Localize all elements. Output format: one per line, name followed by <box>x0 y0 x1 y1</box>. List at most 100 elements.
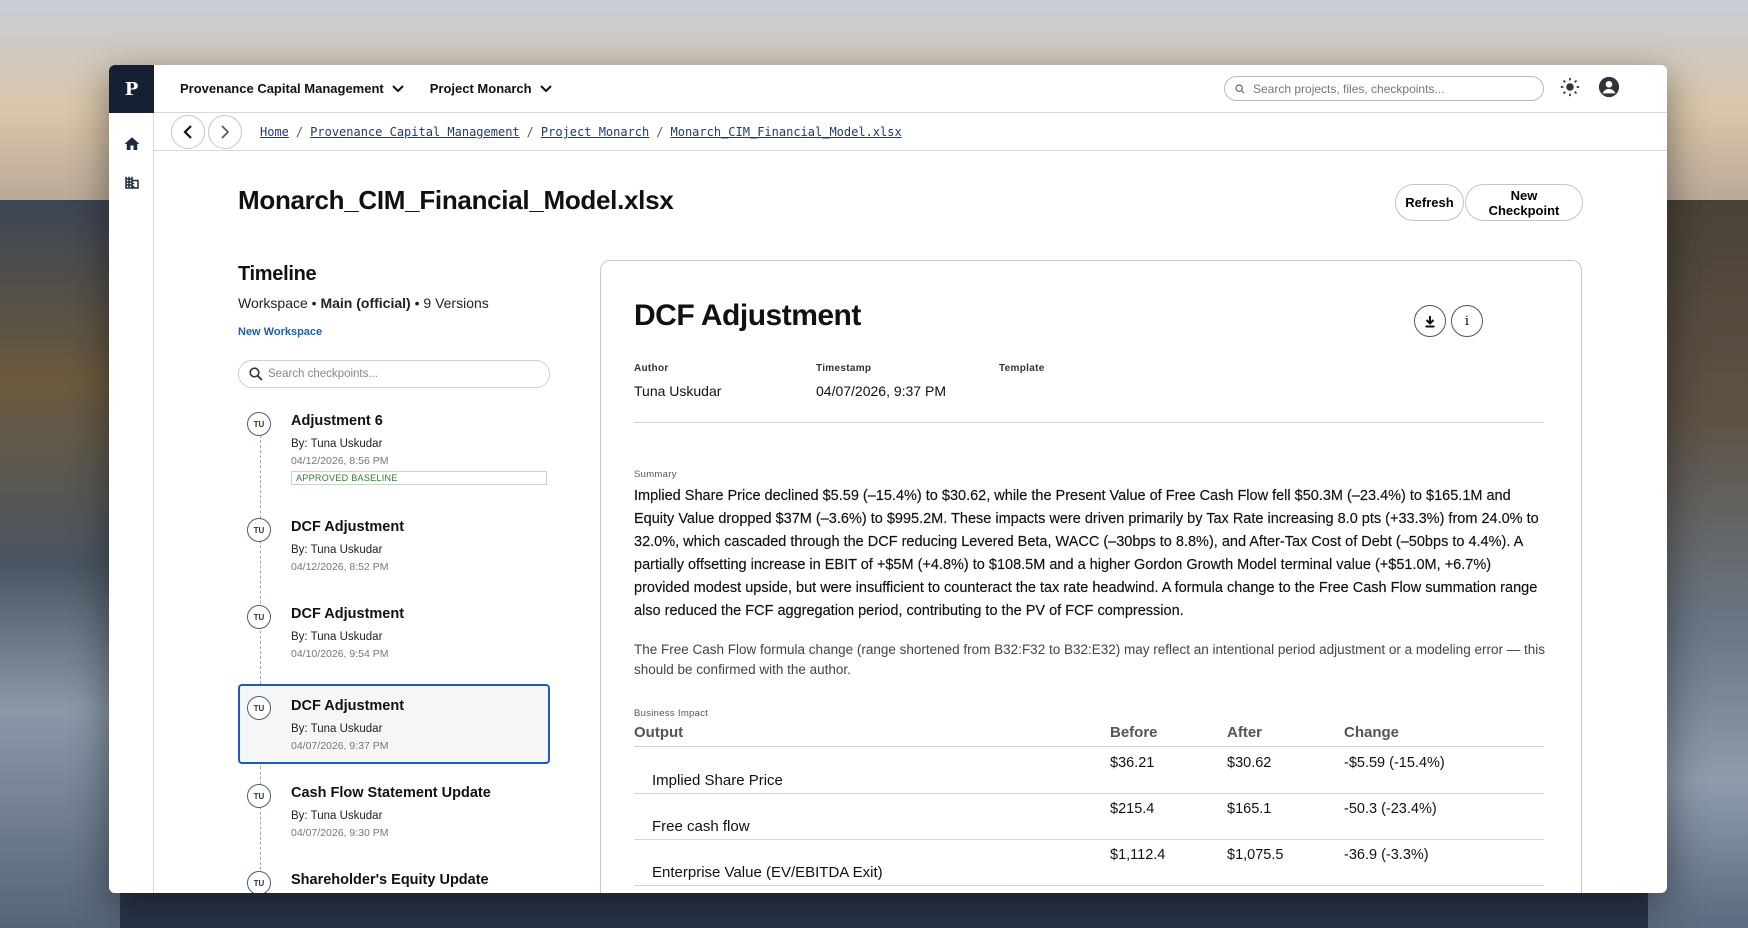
refresh-button[interactable]: Refresh <box>1395 184 1464 221</box>
checkpoint-title: DCF Adjustment <box>291 606 405 622</box>
summary-text: Implied Share Price declined $5.59 (–15.… <box>634 488 1539 619</box>
template-label: Template <box>999 363 1045 374</box>
summary-note: The Free Cash Flow formula change (range… <box>634 642 1545 677</box>
version-count: 9 Versions <box>423 295 489 311</box>
checkpoint-date: 04/12/2026, 8:56 PM <box>291 455 389 467</box>
checkpoint-author: By: Tuna Uskudar <box>291 438 383 450</box>
summary-label: Summary <box>634 469 677 480</box>
change-cell: -36.9 (-3.3%) <box>1344 847 1429 863</box>
column-header-change: Change <box>1344 724 1400 741</box>
column-header-output: Output <box>634 724 684 741</box>
checkpoint-title: DCF Adjustment <box>291 698 405 714</box>
workspace-label: Workspace <box>238 295 308 311</box>
top-bar: Provenance Capital Management Project Mo… <box>154 65 1667 113</box>
timeline-heading: Timeline <box>238 263 317 285</box>
avatar: TU <box>247 871 271 893</box>
output-cell: Implied Share Price <box>652 772 783 789</box>
building-icon[interactable] <box>109 163 154 201</box>
timeline-meta: Workspace • Main (official) • 9 Versions <box>238 295 489 311</box>
global-search-input[interactable]: Search projects, files, checkpoints... <box>1224 76 1544 101</box>
author-value: Tuna Uskudar <box>634 383 722 399</box>
breadcrumb: Home / Provenance Capital Management / P… <box>260 125 902 139</box>
business-impact-label: Business Impact <box>634 708 709 719</box>
checkpoint-author: By: Tuna Uskudar <box>291 810 383 822</box>
search-icon <box>1235 83 1245 94</box>
after-cell: $165.1 <box>1227 801 1272 817</box>
home-icon[interactable] <box>109 125 154 163</box>
org-selector[interactable]: Provenance Capital Management <box>180 81 404 96</box>
checkpoint-search-placeholder: Search checkpoints... <box>268 368 378 380</box>
checkpoint-title: Cash Flow Statement Update <box>291 785 491 801</box>
breadcrumb-bar: Home / Provenance Capital Management / P… <box>154 114 1667 151</box>
forward-button[interactable] <box>208 115 242 149</box>
column-header-after: After <box>1227 724 1263 741</box>
checkpoint-date: 04/12/2026, 8:52 PM <box>291 561 389 573</box>
download-icon[interactable] <box>1414 305 1446 337</box>
table-row: Enterprise Value (EV/EBITDA Exit) $1,112… <box>634 840 1544 886</box>
change-cell: -50.3 (-23.4%) <box>1344 801 1437 817</box>
chevron-down-icon <box>392 84 404 93</box>
breadcrumb-file[interactable]: Monarch_CIM_Financial_Model.xlsx <box>671 125 902 139</box>
checkpoint-detail-panel: DCF Adjustment i Author Tuna Uskudar Tim… <box>600 260 1582 893</box>
sun-icon[interactable] <box>1560 77 1580 102</box>
column-header-before: Before <box>1110 724 1158 741</box>
user-account-icon[interactable] <box>1598 76 1620 103</box>
output-cell: Enterprise Value (EV/EBITDA Exit) <box>652 864 883 881</box>
new-checkpoint-button[interactable]: New Checkpoint <box>1465 184 1583 221</box>
org-name: Provenance Capital Management <box>180 81 384 96</box>
checkpoint-item[interactable]: TU Adjustment 6 By: Tuna Uskudar 04/12/2… <box>238 405 550 485</box>
page-title: Monarch_CIM_Financial_Model.xlsx <box>238 185 674 215</box>
after-cell: $1,075.5 <box>1227 847 1284 863</box>
checkpoint-title: Adjustment 6 <box>291 413 383 429</box>
change-cell: -$5.59 (-15.4%) <box>1344 755 1445 771</box>
breadcrumb-home[interactable]: Home <box>260 125 289 139</box>
status-badge: APPROVED BASELINE <box>291 471 547 485</box>
author-label: Author <box>634 363 669 374</box>
checkpoint-item[interactable]: TU DCF Adjustment By: Tuna Uskudar 04/10… <box>238 598 550 670</box>
branch-name[interactable]: Main (official) <box>320 295 410 311</box>
checkpoint-title: Shareholder's Equity Update <box>291 872 489 888</box>
divider <box>634 422 1544 423</box>
before-cell: $1,112.4 <box>1110 847 1166 863</box>
checkpoint-item[interactable]: TU DCF Adjustment By: Tuna Uskudar 04/12… <box>238 511 550 583</box>
project-name: Project Monarch <box>429 81 532 96</box>
checkpoint-list: TU Adjustment 6 By: Tuna Uskudar 04/12/2… <box>238 405 552 893</box>
checkpoint-item[interactable]: TU Cash Flow Statement Update By: Tuna U… <box>238 777 550 849</box>
avatar: TU <box>247 696 271 720</box>
app-logo[interactable]: P <box>109 65 154 113</box>
checkpoint-author: By: Tuna Uskudar <box>291 631 383 643</box>
avatar: TU <box>247 784 271 808</box>
after-cell: $30.62 <box>1227 755 1272 771</box>
timestamp-label: Timestamp <box>816 363 872 374</box>
timestamp-value: 04/07/2026, 9:37 PM <box>816 383 946 399</box>
global-search-placeholder: Search projects, files, checkpoints... <box>1253 81 1445 96</box>
output-cell: Free cash flow <box>652 818 750 835</box>
checkpoint-author: By: Tuna Uskudar <box>291 723 383 735</box>
table-row: Free cash flow $215.4 $165.1 -50.3 (-23.… <box>634 794 1544 840</box>
checkpoint-date: 04/07/2026, 9:37 PM <box>291 740 389 752</box>
background-left <box>0 200 120 928</box>
breadcrumb-org[interactable]: Provenance Capital Management <box>310 125 520 139</box>
checkpoint-search-input[interactable]: Search checkpoints... <box>238 360 550 388</box>
chevron-down-icon <box>539 84 552 93</box>
before-cell: $215.4 <box>1110 801 1155 817</box>
info-icon[interactable]: i <box>1451 305 1483 337</box>
checkpoint-date: 04/10/2026, 9:54 PM <box>291 648 389 660</box>
breadcrumb-project[interactable]: Project Monarch <box>541 125 649 139</box>
app-window: P Provenance Capital Management Project … <box>109 65 1667 893</box>
new-workspace-link[interactable]: New Workspace <box>238 326 322 338</box>
checkpoint-date: 04/07/2026, 9:30 PM <box>291 827 389 839</box>
avatar: TU <box>247 518 271 542</box>
before-cell: $36.21 <box>1110 755 1155 771</box>
table-row: Implied Share Price $36.21 $30.62 -$5.59… <box>634 748 1544 794</box>
checkpoint-item[interactable]: TU Shareholder's Equity Update <box>238 864 550 893</box>
checkpoint-item-selected[interactable]: TU DCF Adjustment By: Tuna Uskudar 04/07… <box>238 684 550 764</box>
project-selector[interactable]: Project Monarch <box>430 81 552 96</box>
detail-title: DCF Adjustment <box>634 299 861 332</box>
search-icon <box>249 367 263 381</box>
checkpoint-author: By: Tuna Uskudar <box>291 544 383 556</box>
back-button[interactable] <box>171 115 205 149</box>
avatar: TU <box>247 412 271 436</box>
side-rail: P <box>109 65 154 893</box>
header-divider <box>634 746 1544 747</box>
